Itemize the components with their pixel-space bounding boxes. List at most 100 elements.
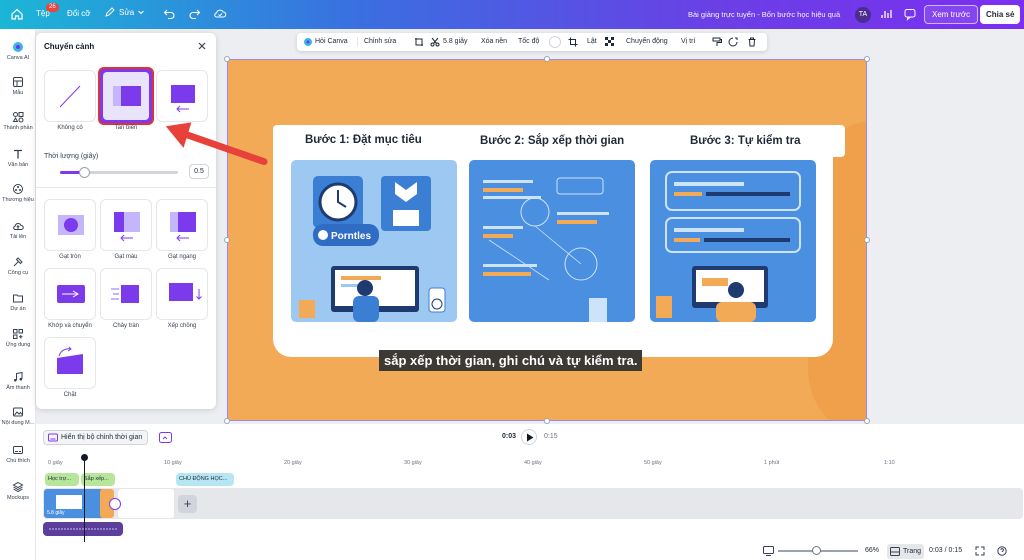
rail-item-tools[interactable]: Công cụ bbox=[0, 256, 36, 276]
panel-title: Chuyển cảnh bbox=[44, 42, 95, 51]
position-button[interactable]: Vị trí bbox=[681, 38, 695, 45]
lock-link-icon[interactable] bbox=[728, 37, 738, 47]
scene-chip[interactable]: Học trự... bbox=[45, 473, 79, 486]
clip-thumbnail[interactable]: 5.8 giây bbox=[44, 489, 104, 518]
playhead-handle[interactable] bbox=[81, 454, 88, 461]
scissors-icon[interactable] bbox=[430, 37, 440, 47]
trash-icon[interactable] bbox=[747, 37, 757, 47]
resize-menu[interactable]: Đổi cỡ bbox=[67, 9, 90, 18]
timeline-options-icon[interactable] bbox=[159, 432, 172, 443]
resize-handle[interactable] bbox=[224, 56, 230, 62]
remove-background-button[interactable]: Xóa nền bbox=[481, 38, 507, 45]
rail-item-text[interactable]: Văn bản bbox=[0, 148, 36, 168]
zoom-level[interactable]: 66% bbox=[865, 547, 879, 554]
transition-marker[interactable] bbox=[109, 498, 121, 510]
transition-match-move[interactable] bbox=[44, 268, 96, 320]
transition-stack[interactable] bbox=[156, 268, 208, 320]
edit-label: Sửa bbox=[119, 7, 135, 17]
cloud-saved-icon[interactable] bbox=[213, 7, 227, 20]
transition-chop[interactable] bbox=[44, 337, 96, 389]
crop-trim-icon[interactable] bbox=[414, 37, 424, 47]
template-icon bbox=[13, 77, 23, 87]
show-timing-button[interactable]: Hiển thị bộ chỉnh thời gian bbox=[43, 430, 149, 445]
edit-menu[interactable]: Sửa bbox=[104, 6, 145, 18]
close-icon[interactable] bbox=[196, 40, 208, 52]
rail-item-audio[interactable]: Âm thanh bbox=[0, 371, 36, 391]
current-time: 0:03 bbox=[502, 433, 517, 440]
resize-handle[interactable] bbox=[224, 237, 230, 243]
avatar[interactable]: TA bbox=[855, 7, 871, 23]
crop-icon[interactable] bbox=[568, 37, 578, 47]
canva-ai-icon bbox=[304, 38, 312, 46]
clip-empty[interactable] bbox=[118, 489, 174, 518]
play-button[interactable] bbox=[521, 429, 537, 445]
zoom-slider-knob[interactable] bbox=[812, 546, 821, 555]
rail-item-elements[interactable]: Thành phần bbox=[0, 111, 36, 131]
document-title[interactable]: Bài giảng trực tuyến - Bốn bước học hiệu… bbox=[688, 10, 840, 19]
flip-button[interactable]: Lật bbox=[587, 38, 597, 45]
paint-roller-icon[interactable] bbox=[712, 37, 722, 47]
scene-chip[interactable]: Sắp xếp... bbox=[81, 473, 115, 486]
caption-icon bbox=[13, 446, 23, 454]
waveform-icon bbox=[49, 528, 117, 530]
transition-flow[interactable] bbox=[100, 268, 152, 320]
pages-label: Trang bbox=[903, 548, 922, 555]
resize-handle[interactable] bbox=[544, 56, 550, 62]
rail-item-upload[interactable]: Tải lên bbox=[0, 220, 36, 240]
home-icon[interactable] bbox=[10, 7, 24, 21]
duration-button[interactable]: 5.8 giây bbox=[443, 38, 468, 45]
top-bar: Tệp 26 Đổi cỡ Sửa Bài giảng trực tuyến -… bbox=[0, 0, 1024, 29]
analytics-icon[interactable] bbox=[879, 7, 893, 21]
notes-icon[interactable] bbox=[763, 546, 774, 556]
transition-dissolve[interactable] bbox=[98, 67, 154, 125]
rail-item-captions[interactable]: Chú thích bbox=[0, 444, 36, 464]
edit-button[interactable]: Chỉnh sửa bbox=[364, 38, 396, 45]
rail-label: Mẫu bbox=[12, 90, 24, 96]
rail-item-projects[interactable]: Dự án bbox=[0, 292, 36, 312]
transparency-icon[interactable] bbox=[605, 37, 615, 47]
scene-chip[interactable]: CHỦ ĐỘNG HỌC... bbox=[176, 473, 234, 486]
share-button[interactable]: Chia sẻ bbox=[980, 5, 1021, 24]
comment-icon[interactable] bbox=[903, 7, 917, 21]
rail-label: Mockups bbox=[6, 495, 29, 501]
pages-button[interactable]: Trang bbox=[887, 544, 925, 559]
ruler-tick: 30 giây bbox=[404, 460, 422, 466]
redo-icon[interactable] bbox=[188, 7, 201, 20]
subtitle-caption[interactable]: sắp xếp thời gian, ghi chú và tự kiểm tr… bbox=[379, 350, 643, 371]
playhead[interactable] bbox=[84, 456, 85, 542]
show-timing-label: Hiển thị bộ chỉnh thời gian bbox=[61, 434, 143, 441]
transition-color-wipe[interactable] bbox=[100, 199, 152, 251]
help-icon[interactable] bbox=[997, 546, 1007, 556]
audio-track[interactable] bbox=[43, 522, 123, 536]
duration-slider-knob[interactable] bbox=[78, 167, 90, 178]
rail-item-templates[interactable]: Mẫu bbox=[0, 76, 36, 96]
tile-label: Tan biến bbox=[114, 125, 138, 131]
transition-circle-wipe[interactable] bbox=[44, 199, 96, 251]
total-time: 0:15 bbox=[544, 433, 558, 440]
dissolve-icon bbox=[113, 86, 141, 106]
rail-item-brand[interactable]: Thương hiệu bbox=[0, 183, 36, 203]
speed-button[interactable]: Tốc độ bbox=[518, 38, 539, 45]
resize-handle[interactable] bbox=[864, 56, 870, 62]
timeline-ruler[interactable]: 0 giây 10 giây 20 giây 30 giây 40 giây 5… bbox=[36, 457, 1024, 469]
add-clip-button[interactable]: + bbox=[178, 495, 197, 513]
ruler-tick: 10 giây bbox=[164, 460, 182, 466]
media-icon bbox=[13, 407, 23, 417]
transition-none[interactable] bbox=[44, 70, 96, 122]
timing-icon bbox=[48, 433, 58, 442]
color-swatch[interactable] bbox=[549, 36, 561, 48]
rail-item-canva-ai[interactable]: Canva AI bbox=[0, 41, 36, 61]
animate-button[interactable]: Chuyển động bbox=[626, 38, 668, 45]
rail-item-media[interactable]: Nội dung M... bbox=[0, 406, 36, 426]
music-icon bbox=[14, 371, 23, 382]
undo-icon[interactable] bbox=[163, 7, 176, 20]
rail-item-apps[interactable]: Ứng dụng bbox=[0, 328, 36, 348]
preview-button[interactable]: Xem trước bbox=[924, 5, 979, 24]
resize-handle[interactable] bbox=[864, 237, 870, 243]
transition-horizontal-wipe[interactable] bbox=[156, 199, 208, 251]
rail-item-mockups[interactable]: Mockups bbox=[0, 481, 36, 501]
ask-canva-button[interactable]: Hỏi Canva bbox=[315, 38, 348, 45]
illustration-word: Porntles bbox=[331, 231, 371, 242]
fullscreen-icon[interactable] bbox=[975, 546, 985, 556]
transition-push[interactable] bbox=[156, 70, 208, 122]
